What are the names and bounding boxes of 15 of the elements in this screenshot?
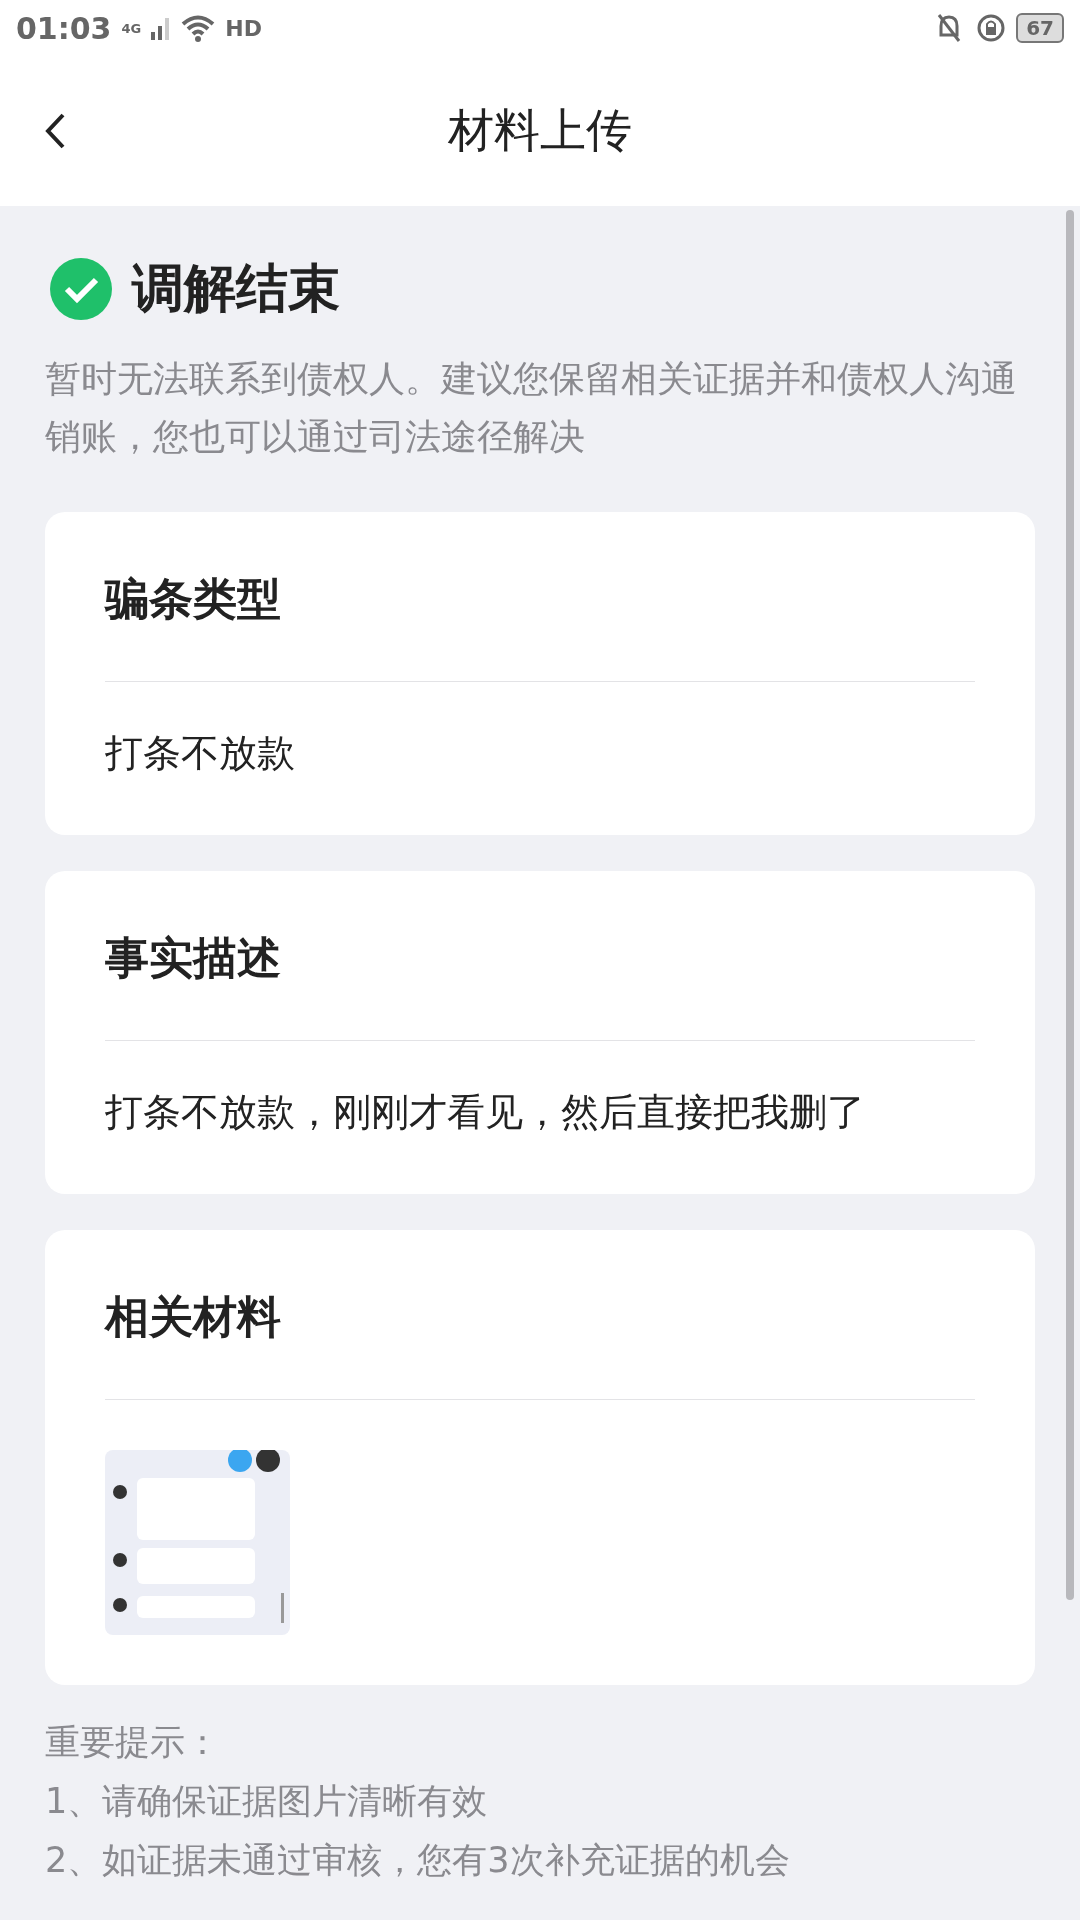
card-title: 相关材料 [105,1230,975,1400]
hd-label: HD [225,15,262,41]
result-description: 暂时无法联系到债权人。建议您保留相关证据并和债权人沟通销账，您也可以通过司法途径解决 [45,357,1018,459]
page-title: 材料上传 [448,102,632,159]
card-title: 骗条类型 [105,512,975,682]
battery-level: 67 [1016,13,1064,43]
status-time: 01:03 [16,10,112,46]
notice-title: 重要提示： [45,1721,221,1764]
notice-item: 1、请确保证据图片清晰有效 [45,1780,489,1823]
card-value: 打条不放款 [105,730,296,777]
notice-item: 2、如证据未通过审核，您有3次补充证据的机会 [45,1839,791,1882]
network-label: 4G [121,20,142,36]
card-value: 打条不放款，刚刚才看见，然后直接把我删了 [105,1089,866,1136]
card-title: 事实描述 [105,871,975,1041]
result-title: 调解结束 [132,257,340,320]
